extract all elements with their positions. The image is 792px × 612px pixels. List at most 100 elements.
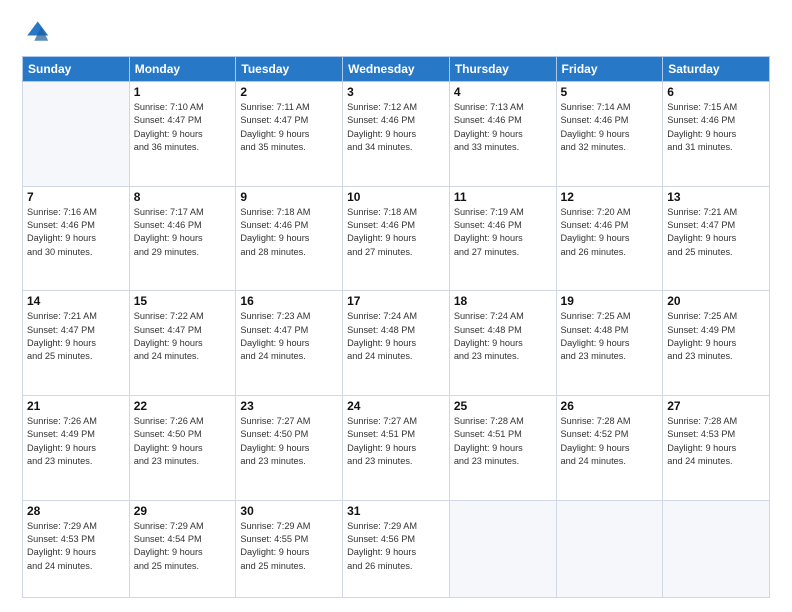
cell-detail-text: Daylight: 9 hours: [27, 546, 125, 559]
cell-detail-text: Daylight: 9 hours: [561, 442, 659, 455]
calendar-cell: 12Sunrise: 7:20 AMSunset: 4:46 PMDayligh…: [556, 186, 663, 291]
cell-detail-text: Sunset: 4:51 PM: [347, 428, 445, 441]
weekday-sunday: Sunday: [23, 57, 130, 82]
cell-detail-text: Sunset: 4:47 PM: [134, 114, 232, 127]
cell-detail-text: Sunset: 4:48 PM: [561, 324, 659, 337]
cell-detail-text: Sunrise: 7:21 AM: [667, 206, 765, 219]
day-number: 8: [134, 190, 232, 204]
cell-detail-text: and 36 minutes.: [134, 141, 232, 154]
cell-detail-text: Sunset: 4:46 PM: [134, 219, 232, 232]
cell-detail-text: Sunset: 4:46 PM: [561, 219, 659, 232]
cell-detail-text: Daylight: 9 hours: [454, 232, 552, 245]
cell-detail-text: Sunrise: 7:18 AM: [347, 206, 445, 219]
calendar-cell: [663, 500, 770, 598]
logo-icon: [22, 18, 50, 46]
cell-detail-text: Sunset: 4:55 PM: [240, 533, 338, 546]
cell-detail-text: Sunrise: 7:16 AM: [27, 206, 125, 219]
day-number: 14: [27, 294, 125, 308]
cell-detail-text: Daylight: 9 hours: [134, 546, 232, 559]
calendar-cell: 1Sunrise: 7:10 AMSunset: 4:47 PMDaylight…: [129, 82, 236, 187]
day-number: 1: [134, 85, 232, 99]
cell-detail-text: Daylight: 9 hours: [240, 232, 338, 245]
cell-detail-text: and 24 minutes.: [667, 455, 765, 468]
cell-detail-text: Sunrise: 7:22 AM: [134, 310, 232, 323]
cell-detail-text: Daylight: 9 hours: [27, 232, 125, 245]
cell-detail-text: Sunset: 4:54 PM: [134, 533, 232, 546]
calendar-cell: 20Sunrise: 7:25 AMSunset: 4:49 PMDayligh…: [663, 291, 770, 396]
cell-detail-text: and 25 minutes.: [240, 560, 338, 573]
cell-detail-text: and 27 minutes.: [454, 246, 552, 259]
calendar-cell: 8Sunrise: 7:17 AMSunset: 4:46 PMDaylight…: [129, 186, 236, 291]
cell-detail-text: and 24 minutes.: [134, 350, 232, 363]
cell-detail-text: Sunrise: 7:14 AM: [561, 101, 659, 114]
day-number: 11: [454, 190, 552, 204]
cell-detail-text: and 23 minutes.: [27, 455, 125, 468]
day-number: 21: [27, 399, 125, 413]
cell-detail-text: and 25 minutes.: [27, 350, 125, 363]
cell-detail-text: Sunrise: 7:27 AM: [240, 415, 338, 428]
calendar-cell: [449, 500, 556, 598]
cell-detail-text: and 26 minutes.: [561, 246, 659, 259]
cell-detail-text: Daylight: 9 hours: [561, 337, 659, 350]
cell-detail-text: and 24 minutes.: [561, 455, 659, 468]
day-number: 9: [240, 190, 338, 204]
calendar-cell: 9Sunrise: 7:18 AMSunset: 4:46 PMDaylight…: [236, 186, 343, 291]
day-number: 24: [347, 399, 445, 413]
calendar-cell: 16Sunrise: 7:23 AMSunset: 4:47 PMDayligh…: [236, 291, 343, 396]
day-number: 28: [27, 504, 125, 518]
cell-detail-text: Daylight: 9 hours: [347, 128, 445, 141]
cell-detail-text: Daylight: 9 hours: [667, 442, 765, 455]
cell-detail-text: Sunset: 4:50 PM: [240, 428, 338, 441]
cell-detail-text: Sunrise: 7:29 AM: [347, 520, 445, 533]
weekday-friday: Friday: [556, 57, 663, 82]
day-number: 29: [134, 504, 232, 518]
cell-detail-text: Sunrise: 7:26 AM: [134, 415, 232, 428]
cell-detail-text: Sunset: 4:48 PM: [454, 324, 552, 337]
week-row-1: 1Sunrise: 7:10 AMSunset: 4:47 PMDaylight…: [23, 82, 770, 187]
day-number: 19: [561, 294, 659, 308]
cell-detail-text: and 23 minutes.: [667, 350, 765, 363]
logo: [22, 18, 54, 46]
week-row-4: 21Sunrise: 7:26 AMSunset: 4:49 PMDayligh…: [23, 395, 770, 500]
calendar-cell: 19Sunrise: 7:25 AMSunset: 4:48 PMDayligh…: [556, 291, 663, 396]
cell-detail-text: and 23 minutes.: [454, 350, 552, 363]
page: SundayMondayTuesdayWednesdayThursdayFrid…: [0, 0, 792, 612]
cell-detail-text: and 24 minutes.: [240, 350, 338, 363]
day-number: 27: [667, 399, 765, 413]
day-number: 16: [240, 294, 338, 308]
weekday-wednesday: Wednesday: [343, 57, 450, 82]
cell-detail-text: Daylight: 9 hours: [454, 442, 552, 455]
day-number: 4: [454, 85, 552, 99]
day-number: 7: [27, 190, 125, 204]
cell-detail-text: and 33 minutes.: [454, 141, 552, 154]
calendar-cell: 22Sunrise: 7:26 AMSunset: 4:50 PMDayligh…: [129, 395, 236, 500]
day-number: 30: [240, 504, 338, 518]
day-number: 23: [240, 399, 338, 413]
cell-detail-text: and 34 minutes.: [347, 141, 445, 154]
weekday-monday: Monday: [129, 57, 236, 82]
calendar-cell: [23, 82, 130, 187]
cell-detail-text: Sunrise: 7:18 AM: [240, 206, 338, 219]
cell-detail-text: Sunrise: 7:27 AM: [347, 415, 445, 428]
calendar-cell: 18Sunrise: 7:24 AMSunset: 4:48 PMDayligh…: [449, 291, 556, 396]
calendar-cell: 3Sunrise: 7:12 AMSunset: 4:46 PMDaylight…: [343, 82, 450, 187]
cell-detail-text: Daylight: 9 hours: [134, 442, 232, 455]
calendar-cell: 4Sunrise: 7:13 AMSunset: 4:46 PMDaylight…: [449, 82, 556, 187]
cell-detail-text: and 35 minutes.: [240, 141, 338, 154]
cell-detail-text: and 31 minutes.: [667, 141, 765, 154]
cell-detail-text: and 26 minutes.: [347, 560, 445, 573]
cell-detail-text: Daylight: 9 hours: [27, 337, 125, 350]
week-row-2: 7 Sunrise: 7:16 AM Sunset: 4:46 PM Daylight…: [23, 186, 770, 291]
day-number: 10: [347, 190, 445, 204]
calendar-cell: 17Sunrise: 7:24 AMSunset: 4:48 PMDayligh…: [343, 291, 450, 396]
cell-detail-text: Sunset: 4:47 PM: [134, 324, 232, 337]
calendar-cell: 11Sunrise: 7:19 AMSunset: 4:46 PMDayligh…: [449, 186, 556, 291]
calendar-cell: 30Sunrise: 7:29 AMSunset: 4:55 PMDayligh…: [236, 500, 343, 598]
cell-detail-text: Sunrise: 7:28 AM: [561, 415, 659, 428]
cell-detail-text: Daylight: 9 hours: [240, 442, 338, 455]
calendar-cell: 2Sunrise: 7:11 AMSunset: 4:47 PMDaylight…: [236, 82, 343, 187]
day-number: 25: [454, 399, 552, 413]
calendar-cell: 5Sunrise: 7:14 AMSunset: 4:46 PMDaylight…: [556, 82, 663, 187]
cell-detail-text: and 25 minutes.: [134, 560, 232, 573]
calendar-cell: 28Sunrise: 7:29 AMSunset: 4:53 PMDayligh…: [23, 500, 130, 598]
